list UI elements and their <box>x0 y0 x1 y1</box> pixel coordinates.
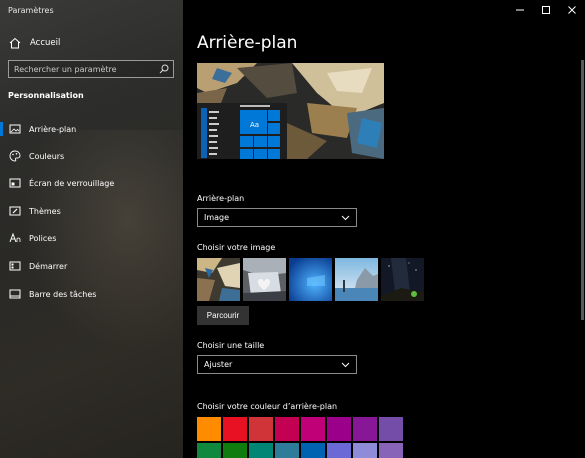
chevron-down-icon <box>341 215 350 220</box>
search-input[interactable]: Rechercher un paramètre <box>8 60 174 78</box>
sidebar-item-label: Thèmes <box>29 206 61 216</box>
close-button[interactable] <box>558 0 585 20</box>
color-swatch[interactable] <box>249 443 273 458</box>
preview-tile-text: Aa <box>250 121 259 129</box>
size-dropdown[interactable]: Ajuster <box>197 355 357 374</box>
choose-image-label: Choisir votre image <box>197 243 276 252</box>
scrollbar[interactable] <box>581 60 584 320</box>
image-thumbnails <box>197 258 424 301</box>
color-swatch[interactable] <box>275 417 299 441</box>
sidebar-item-arriere-plan[interactable]: Arrière-plan <box>0 119 183 139</box>
color-swatch[interactable] <box>379 443 403 458</box>
preview-image: Aa <box>197 63 384 159</box>
color-swatches <box>197 417 403 458</box>
sidebar-item-demarrer[interactable]: Démarrer <box>0 256 183 276</box>
sidebar-item-label: Barre des tâches <box>29 289 97 299</box>
sidebar-item-polices[interactable]: Polices <box>0 228 183 248</box>
chevron-down-icon <box>341 362 350 367</box>
background-dropdown-value: Image <box>204 213 230 222</box>
lock-screen-icon <box>9 178 21 188</box>
sidebar-item-label: Polices <box>29 233 57 243</box>
color-swatch[interactable] <box>327 443 351 458</box>
search-icon <box>159 64 169 74</box>
sidebar-item-label: Démarrer <box>29 261 68 271</box>
sidebar-item-label: Arrière-plan <box>29 124 77 134</box>
section-title: Personnalisation <box>8 91 84 100</box>
home-label: Accueil <box>30 38 61 48</box>
desktop-preview: Aa <box>197 63 384 159</box>
palette-icon <box>9 150 21 162</box>
sidebar-item-ecran-verrouillage[interactable]: Écran de verrouillage <box>0 173 183 193</box>
color-swatch[interactable] <box>275 443 299 458</box>
minimize-icon <box>515 9 524 11</box>
size-label: Choisir une taille <box>197 341 265 350</box>
color-swatch[interactable] <box>197 417 221 441</box>
color-swatch[interactable] <box>353 443 377 458</box>
color-swatch[interactable] <box>327 417 351 441</box>
image-thumbnail[interactable] <box>289 258 332 301</box>
color-swatch[interactable] <box>353 417 377 441</box>
font-icon <box>9 232 21 243</box>
home-icon <box>9 37 21 49</box>
image-thumbnail[interactable] <box>197 258 240 301</box>
window-title: Paramètres <box>8 6 54 15</box>
maximize-icon <box>541 6 550 14</box>
color-swatch[interactable] <box>223 443 247 458</box>
image-thumbnail[interactable] <box>381 258 424 301</box>
size-dropdown-value: Ajuster <box>204 360 233 369</box>
color-swatch[interactable] <box>223 417 247 441</box>
color-swatch[interactable] <box>301 417 325 441</box>
color-swatch[interactable] <box>379 417 403 441</box>
background-label: Arrière-plan <box>197 194 245 203</box>
sidebar: Paramètres Accueil Rechercher un paramèt… <box>0 0 183 458</box>
color-swatch[interactable] <box>249 417 273 441</box>
start-icon <box>9 261 21 271</box>
home-link[interactable]: Accueil <box>8 35 60 51</box>
maximize-button[interactable] <box>532 0 559 20</box>
picture-icon <box>9 124 21 134</box>
sidebar-item-themes[interactable]: Thèmes <box>0 201 183 221</box>
sidebar-item-barre-taches[interactable]: Barre des tâches <box>0 284 183 304</box>
sidebar-item-couleurs[interactable]: Couleurs <box>0 146 183 166</box>
color-swatch[interactable] <box>301 443 325 458</box>
taskbar-icon <box>9 289 21 299</box>
color-swatch[interactable] <box>197 443 221 458</box>
background-dropdown[interactable]: Image <box>197 208 357 227</box>
minimize-button[interactable] <box>506 0 533 20</box>
page-title: Arrière-plan <box>197 33 298 53</box>
image-thumbnail[interactable] <box>335 258 378 301</box>
sidebar-item-label: Écran de verrouillage <box>29 178 115 188</box>
close-icon <box>567 6 576 14</box>
color-label: Choisir votre couleur d’arrière-plan <box>197 402 338 411</box>
search-placeholder: Rechercher un paramètre <box>14 64 117 74</box>
brush-icon <box>9 206 21 216</box>
sidebar-item-label: Couleurs <box>29 151 65 161</box>
browse-button[interactable]: Parcourir <box>197 306 249 325</box>
image-thumbnail[interactable] <box>243 258 286 301</box>
